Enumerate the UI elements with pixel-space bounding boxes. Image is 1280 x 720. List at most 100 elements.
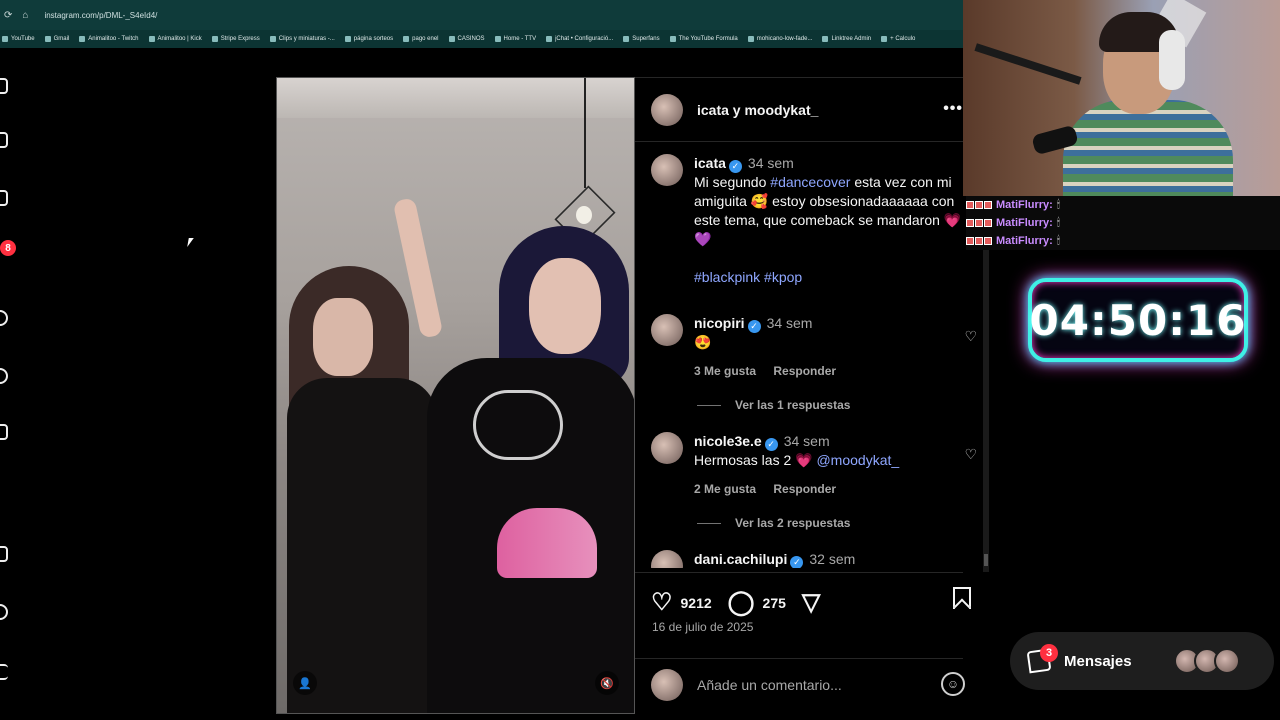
lamp-cord [584, 78, 586, 188]
bookmark-item[interactable]: The YouTube Formula [669, 36, 738, 42]
menu-nav-icon[interactable] [0, 664, 8, 680]
screen: ⟳ ⌂ instagram.com/p/DML-_S4eId4/ YouTube… [0, 0, 1280, 720]
reels-nav-icon[interactable] [0, 190, 8, 206]
hashtag-link[interactable]: #dancecover [770, 174, 850, 190]
like-count[interactable]: 9212 [681, 595, 712, 611]
lamp-bulb [576, 206, 592, 224]
comment-likes[interactable]: 2 Me gusta [694, 482, 756, 496]
more-options-icon[interactable]: ••• [943, 100, 963, 118]
emoji-picker-icon[interactable]: ☺ [941, 672, 965, 696]
bookmark-item[interactable]: Clips y miniaturas -... [269, 36, 335, 42]
verified-icon: ✓ [747, 320, 761, 333]
caption: icata ✓ 34 sem Mi segundo #dancecover esta… [651, 154, 971, 287]
bookmark-item[interactable]: Linktree Admin [822, 36, 871, 42]
bookmark-label: Animalitoo | Kick [157, 36, 202, 42]
bookmark-favicon-icon [494, 36, 501, 42]
bookmark-item[interactable]: Stripe Express [211, 36, 260, 42]
comment-input[interactable] [697, 676, 917, 693]
comment-bubble-icon[interactable]: ◯ [728, 590, 755, 615]
comment-item: dani.cachilupi ✓ 32 sem [651, 550, 971, 568]
bookmark-item[interactable]: Superfans [623, 36, 660, 42]
chat-username: MatiFlurry: [996, 235, 1053, 247]
bookmark-label: jChat • Configuració... [555, 36, 614, 42]
profile-nav-icon[interactable] [0, 604, 8, 620]
comment-count: 275 [762, 594, 786, 611]
post-video[interactable]: 👤 🔇 [276, 77, 635, 714]
bookmark-favicon-icon [269, 36, 276, 42]
commenter-avatar[interactable] [651, 432, 683, 464]
comment-like-heart-icon[interactable]: ♡ [964, 328, 977, 345]
view-replies[interactable]: Ver las 2 respuestas [697, 516, 850, 530]
bookmark-item[interactable]: Animalitoo - Twitch [79, 36, 139, 42]
comment-meta: 2 Me gusta Responder [694, 480, 971, 499]
bookmark-item[interactable]: pago enel [403, 36, 439, 42]
bookmark-item[interactable]: Home - TTV [494, 36, 536, 42]
view-replies-label[interactable]: Ver las 1 respuestas [735, 398, 850, 412]
address-field[interactable]: instagram.com/p/DML-_S4eId4/ [44, 11, 157, 20]
bookmark-label: Clips y miniaturas -... [278, 36, 335, 42]
bookmark-label: Superfans [632, 36, 660, 42]
bookmark-label: The YouTube Formula [678, 36, 738, 42]
commenter-avatar[interactable] [651, 314, 683, 346]
scrollbar-thumb[interactable] [984, 554, 988, 566]
reload-icon[interactable]: ⟳ [4, 10, 12, 21]
bookmark-label: pago enel [412, 36, 439, 42]
view-replies[interactable]: Ver las 1 respuestas [697, 398, 850, 412]
caption-time: 34 sem [747, 155, 794, 171]
caption-avatar[interactable] [651, 154, 683, 186]
chat-text: 🕯 [1056, 216, 1060, 229]
comment-username[interactable]: nicopiri [694, 315, 745, 331]
explore-nav-icon[interactable] [0, 368, 8, 384]
chat-username: MatiFlurry: [996, 217, 1053, 229]
tagged-users-icon[interactable]: 👤 [293, 671, 317, 695]
chat-badges-icon [966, 201, 992, 209]
bookmark-item[interactable]: página sorteos [344, 36, 394, 42]
bookmark-favicon-icon [344, 36, 351, 42]
reply-button[interactable]: Responder [773, 364, 836, 378]
view-replies-label[interactable]: Ver las 2 respuestas [735, 516, 850, 530]
comment-likes[interactable]: 3 Me gusta [694, 364, 756, 378]
share-send-icon[interactable]: ▽ [802, 590, 820, 615]
bookmark-item[interactable]: jChat • Configuració... [546, 36, 613, 42]
comment-text: Hermosas las 2 💗 [694, 452, 813, 468]
bookmark-item[interactable]: mohicano-low-fade... [747, 36, 813, 42]
post-authors[interactable]: icata y moodykat_ [697, 102, 818, 118]
commenter-avatar[interactable] [651, 550, 683, 568]
bookmark-item[interactable]: CASINOS [448, 36, 485, 42]
home-icon[interactable]: ⌂ [22, 10, 28, 21]
instagram-logo-icon[interactable] [0, 78, 8, 94]
bookmark-favicon-icon [2, 36, 8, 42]
comment-body: nicopiri ✓ 34 sem 😍 3 Me gusta Responder [694, 314, 971, 381]
bookmark-favicon-icon [669, 36, 676, 42]
bookmark-label: mohicano-low-fade... [756, 36, 813, 42]
bookmark-label: página sorteos [353, 36, 394, 42]
mute-toggle-icon[interactable]: 🔇 [595, 671, 619, 695]
caption-username[interactable]: icata [694, 155, 726, 171]
chat-text: 🕯 [1056, 198, 1060, 211]
comment-item: nicopiri ✓ 34 sem 😍 3 Me gusta Responder ♡ [651, 314, 977, 381]
messages-badge: 3 [1040, 644, 1058, 662]
comment-username[interactable]: nicole3e.e [694, 433, 762, 449]
author-avatar[interactable] [651, 93, 683, 126]
bookmark-item[interactable]: YouTube [2, 36, 35, 42]
comment-username[interactable]: dani.cachilupi [694, 551, 787, 567]
like-heart-icon[interactable]: ♡ [651, 590, 673, 615]
shirt-flame-print [497, 508, 597, 578]
bookmark-favicon-icon [747, 36, 754, 42]
bookmark-item[interactable]: Animalitoo | Kick [148, 36, 202, 42]
bookmark-favicon-icon [44, 36, 51, 42]
bookmarks-bar: YouTube Gmail Animalitoo - Twitch Animalito… [0, 30, 963, 48]
home-nav-icon[interactable] [0, 132, 8, 148]
comment-like-heart-icon[interactable]: ♡ [964, 446, 977, 463]
mention-link[interactable]: @moodykat_ [816, 452, 899, 468]
comments-list: icata ✓ 34 sem Mi segundo #dancecover esta… [635, 154, 987, 568]
search-nav-icon[interactable] [0, 310, 8, 326]
notifications-nav-icon[interactable] [0, 424, 8, 440]
caption-hashtags[interactable]: #blackpink #kpop [694, 268, 971, 287]
save-bookmark-icon[interactable] [953, 587, 971, 609]
create-nav-icon[interactable] [0, 546, 8, 562]
bookmark-item[interactable]: Gmail [44, 36, 69, 42]
reply-button[interactable]: Responder [773, 482, 836, 496]
bookmark-item[interactable]: + Calculo [881, 36, 915, 42]
browser-url-bar: ⟳ ⌂ instagram.com/p/DML-_S4eId4/ [0, 0, 963, 30]
